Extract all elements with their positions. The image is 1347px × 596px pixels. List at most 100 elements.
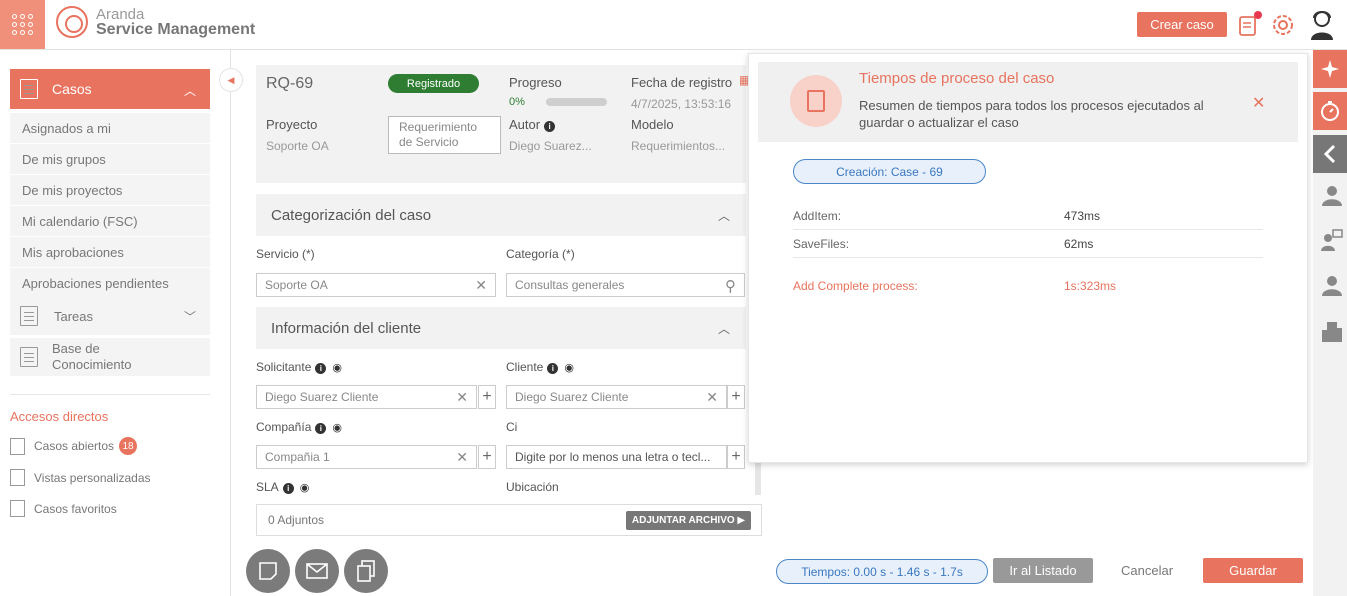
service-label: Servicio (*) — [256, 247, 315, 261]
logo-line2: Service Management — [96, 21, 256, 38]
info-icon[interactable]: i — [315, 363, 327, 374]
clear-icon[interactable]: ✕ — [456, 389, 468, 406]
clear-icon[interactable]: ✕ — [706, 389, 718, 406]
add-company-button[interactable]: + — [478, 445, 496, 469]
open-cases-icon — [10, 437, 25, 455]
eye-icon[interactable]: ◉ — [332, 421, 342, 434]
ai-sparkle-icon[interactable] — [1313, 50, 1347, 88]
knowledge-base-icon — [20, 347, 38, 367]
email-button[interactable] — [295, 549, 339, 593]
shortcut-open-cases[interactable]: Casos abiertos 18 — [10, 437, 138, 455]
settings-gear-icon[interactable] — [1270, 11, 1296, 39]
sla-label: SLA i ◉ — [256, 480, 309, 494]
favorite-star-icon — [10, 500, 25, 517]
app-logo[interactable]: Aranda Service Management — [56, 6, 255, 38]
info-icon[interactable]: i — [282, 483, 294, 494]
add-ci-button[interactable]: + — [727, 445, 745, 469]
attach-file-button[interactable]: ADJUNTAR ARCHIVO ▶ — [626, 511, 751, 530]
client-info-section-header[interactable]: Información del cliente ︿ — [256, 307, 746, 349]
notifications-icon[interactable] — [1236, 11, 1262, 39]
person-chat-icon[interactable] — [1321, 229, 1343, 251]
shortcut-favorite-cases[interactable]: Casos favoritos — [10, 500, 117, 517]
eye-icon[interactable]: ◉ — [564, 361, 574, 374]
envelope-icon — [306, 563, 328, 579]
user-avatar-icon[interactable] — [1308, 9, 1336, 41]
progress-bar — [546, 98, 607, 106]
sidebar-item-cases[interactable]: Casos ︿ — [10, 69, 210, 109]
sidebar: Casos ︿ Asignados a mi De mis grupos De … — [0, 50, 231, 596]
total-process-value: 1s:323ms — [1064, 279, 1117, 293]
service-field[interactable]: Soporte OA ✕ — [256, 273, 496, 297]
cases-icon — [20, 79, 38, 99]
requester-field[interactable]: Diego Suarez Cliente ✕ — [256, 385, 477, 409]
note-button[interactable] — [246, 549, 290, 593]
times-summary-pill[interactable]: Tiempos: 0.00 s - 1.46 s - 1.7s — [776, 559, 988, 584]
sidebar-item-assigned[interactable]: Asignados a mi — [10, 113, 210, 143]
building-icon[interactable] — [1321, 320, 1343, 342]
sidebar-item-knowledge[interactable]: Base de Conocimiento — [10, 338, 210, 376]
info-icon[interactable]: i — [544, 121, 556, 132]
sidebar-item-my-groups[interactable]: De mis grupos — [10, 144, 210, 174]
ci-field[interactable]: Digite por lo menos una letra o tecl... — [506, 445, 727, 469]
note-icon — [259, 562, 277, 580]
create-case-button[interactable]: Crear caso — [1137, 12, 1227, 37]
info-icon[interactable]: i — [547, 363, 559, 374]
progress-label: Progreso — [509, 75, 562, 90]
sidebar-item-tasks[interactable]: Tareas ﹀ — [10, 297, 210, 335]
shortcut-custom-views[interactable]: Vistas personalizadas — [10, 469, 151, 486]
date-value: 4/7/2025, 13:53:16 — [631, 97, 732, 111]
add-client-button[interactable]: + — [727, 385, 745, 409]
company-field-value: Compañia 1 — [265, 450, 330, 464]
person-icon[interactable] — [1321, 274, 1343, 296]
creation-pill: Creación: Case - 69 — [793, 159, 986, 184]
process-row-label: SaveFiles: — [793, 237, 850, 251]
stopwatch-icon[interactable] — [1313, 92, 1347, 130]
process-row-value: 62ms — [1064, 237, 1094, 251]
open-cases-count-badge: 18 — [119, 437, 138, 455]
sidebar-item-my-projects[interactable]: De mis proyectos — [10, 175, 210, 205]
go-to-list-button[interactable]: Ir al Listado — [993, 558, 1093, 583]
chevron-up-icon: ︿ — [183, 84, 196, 98]
apps-menu-icon[interactable] — [0, 0, 45, 49]
shortcuts-title: Accesos directos — [10, 409, 109, 424]
search-icon[interactable]: ⚲ — [725, 277, 736, 295]
save-button[interactable]: Guardar — [1203, 558, 1303, 583]
service-type-box: Requerimiento de Servicio — [388, 116, 501, 154]
clear-icon[interactable]: ✕ — [475, 277, 487, 294]
requester-label-text: Solicitante — [256, 360, 312, 374]
client-field[interactable]: Diego Suarez Cliente ✕ — [506, 385, 727, 409]
shortcut-open-cases-label: Casos abiertos — [34, 439, 115, 453]
clear-icon[interactable]: ✕ — [456, 449, 468, 466]
attachments-bar: 0 Adjuntos ADJUNTAR ARCHIVO ▶ — [256, 504, 762, 536]
person-icon[interactable] — [1321, 184, 1343, 206]
cancel-button[interactable]: Cancelar — [1121, 563, 1173, 578]
category-label: Categoría (*) — [506, 247, 575, 261]
category-field[interactable]: Consultas generales ⚲ — [506, 273, 745, 297]
eye-icon[interactable]: ◉ — [332, 361, 342, 374]
project-label: Proyecto — [266, 117, 318, 132]
model-value: Requerimientos... — [631, 139, 726, 153]
sidebar-item-my-approvals[interactable]: Mis aprobaciones — [10, 237, 210, 267]
add-requester-button[interactable]: + — [478, 385, 496, 409]
copy-button[interactable] — [344, 549, 388, 593]
model-label: Modelo — [631, 117, 674, 132]
client-info-title: Información del cliente — [271, 319, 422, 337]
chevron-left-icon[interactable] — [1313, 135, 1347, 173]
sidebar-item-calendar[interactable]: Mi calendario (FSC) — [10, 206, 210, 236]
location-label: Ubicación — [506, 480, 559, 494]
sidebar-item-pending-approvals[interactable]: Aprobaciones pendientes — [10, 268, 210, 298]
tasks-icon — [20, 306, 38, 326]
top-header: Aranda Service Management Crear caso — [0, 0, 1347, 50]
copy-icon — [357, 560, 375, 582]
eye-icon[interactable]: ◉ — [300, 481, 310, 494]
requester-label: Solicitante i ◉ — [256, 360, 342, 374]
collapse-sidebar-icon[interactable]: ◀ — [219, 68, 243, 92]
attachments-count: 0 Adjuntos — [268, 513, 325, 527]
close-icon[interactable]: ✕ — [1252, 93, 1265, 113]
service-field-value: Soporte OA — [265, 278, 328, 292]
company-field[interactable]: Compañia 1 ✕ — [256, 445, 477, 469]
row-divider — [793, 229, 1263, 230]
info-icon[interactable]: i — [315, 423, 327, 434]
category-field-placeholder: Consultas generales — [515, 278, 625, 292]
categorization-section-header[interactable]: Categorización del caso ︿ — [256, 194, 746, 236]
